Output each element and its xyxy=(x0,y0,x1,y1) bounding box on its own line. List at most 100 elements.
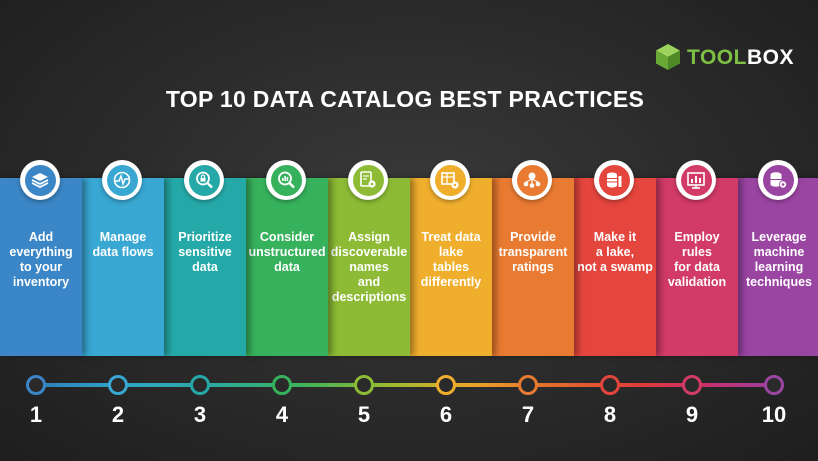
practice-text-line: for data xyxy=(674,260,720,274)
timeline-dot-10 xyxy=(764,375,784,395)
practice-badge-5 xyxy=(348,160,388,200)
timeline-dot-4 xyxy=(272,375,292,395)
magnifier-lock-icon xyxy=(196,171,213,189)
practice-text-line: tables xyxy=(432,260,470,274)
document-gear-icon xyxy=(360,171,376,188)
magnifier-data-icon xyxy=(278,171,295,189)
practice-text-line: Assign xyxy=(348,230,390,244)
timeline-number: 5 xyxy=(357,402,371,427)
practice-text-line: everything xyxy=(9,245,73,259)
practice-text-line: Manage xyxy=(99,230,147,244)
practice-text-line: Leverage xyxy=(751,230,807,244)
practice-text-line: Provide xyxy=(510,230,556,244)
logo-text: TOOLBOX xyxy=(687,47,794,68)
logo-text-tool: TOOL xyxy=(687,45,747,69)
table-gear-icon xyxy=(441,172,459,189)
timeline-dot-9 xyxy=(682,375,702,395)
practice-text-line: and xyxy=(357,275,381,289)
badge-inner xyxy=(188,164,220,196)
badge-inner xyxy=(24,164,56,196)
practice-card-3: Prioritize sensitive data xyxy=(164,178,246,356)
practice-text-line: learning xyxy=(754,260,804,274)
timeline-number: 2 xyxy=(111,402,125,427)
timeline-number: 10 xyxy=(761,402,787,427)
timeline-number: 6 xyxy=(439,402,453,427)
practice-card-7: Provide transparent ratings xyxy=(492,178,574,356)
practice-badge-6 xyxy=(430,160,470,200)
database-gear-icon xyxy=(770,172,787,189)
practice-text-line: validation xyxy=(667,275,727,289)
timeline-number: 7 xyxy=(521,402,535,427)
practice-text-line: names xyxy=(349,260,389,274)
practice-badge-8 xyxy=(594,160,634,200)
practice-text-line: ratings xyxy=(512,260,554,274)
layers-icon xyxy=(31,173,49,189)
timeline-dot-8 xyxy=(600,375,620,395)
practice-badge-3 xyxy=(184,160,224,200)
practice-text: Provide transparent ratings xyxy=(494,230,572,275)
practice-card-8: Make it a lake, not a swamp xyxy=(574,178,656,356)
practice-text: Treat data lake tables differently xyxy=(412,230,490,290)
practice-text-line: Consider xyxy=(259,230,315,244)
badge-inner xyxy=(680,164,712,196)
practice-text-line: unstructured xyxy=(248,245,326,259)
practice-text-line: lake xyxy=(438,245,464,259)
practice-badge-10 xyxy=(758,160,798,200)
practice-text-line: descriptions xyxy=(331,290,407,304)
practice-text-line: inventory xyxy=(12,275,70,289)
practice-text-line: a lake, xyxy=(595,245,635,259)
practice-text-line: Make it xyxy=(593,230,637,244)
data-flow-icon xyxy=(113,171,131,189)
practice-badge-2 xyxy=(102,160,142,200)
timeline xyxy=(0,370,818,400)
practice-text-line: to your xyxy=(19,260,63,274)
practice-text-line: Treat data xyxy=(421,230,481,244)
practice-badge-9 xyxy=(676,160,716,200)
timeline-dot-1 xyxy=(26,375,46,395)
practice-text: Manage data flows xyxy=(84,230,162,260)
practice-text-line: data xyxy=(274,260,300,274)
practice-text-line: data xyxy=(192,260,218,274)
practice-text: Leverage machine learning techniques xyxy=(740,230,818,290)
timeline-dot-6 xyxy=(436,375,456,395)
practice-cards: Add everything to your inventory Manage data … xyxy=(0,178,818,356)
badge-inner xyxy=(516,164,548,196)
timeline-number: 3 xyxy=(193,402,207,427)
practice-text-line: discoverable xyxy=(330,245,408,259)
practice-badge-4 xyxy=(266,160,306,200)
logo-text-box: BOX xyxy=(746,45,794,69)
timeline-number: 8 xyxy=(603,402,617,427)
toolbox-logo: TOOLBOX xyxy=(655,42,794,72)
practice-text: Prioritize sensitive data xyxy=(166,230,244,275)
badge-inner xyxy=(106,164,138,196)
practice-badge-7 xyxy=(512,160,552,200)
practice-text: Add everything to your inventory xyxy=(2,230,80,290)
timeline-number: 1 xyxy=(29,402,43,427)
validation-board-icon xyxy=(687,172,705,189)
practice-badge-1 xyxy=(20,160,60,200)
badge-inner xyxy=(352,164,384,196)
practice-text: Consider unstructured data xyxy=(248,230,326,275)
practice-text-line: techniques xyxy=(746,275,812,289)
practice-text-line: Add xyxy=(28,230,54,244)
timeline-dot-7 xyxy=(518,375,538,395)
practice-text: Employ rules for data validation xyxy=(658,230,736,290)
practice-text-line: data flows xyxy=(92,245,154,259)
practice-card-2: Manage data flows xyxy=(82,178,164,356)
timeline-number: 9 xyxy=(685,402,699,427)
practice-text: Assign discoverable names and descriptions xyxy=(330,230,408,305)
page-title: TOP 10 DATA CATALOG BEST PRACTICES xyxy=(165,86,645,112)
practice-text-line: transparent xyxy=(498,245,568,259)
badge-inner xyxy=(434,164,466,196)
timeline-number: 4 xyxy=(275,402,289,427)
timeline-dot-2 xyxy=(108,375,128,395)
practice-text-line: machine xyxy=(753,245,805,259)
timeline-line xyxy=(36,383,776,387)
practice-card-1: Add everything to your inventory xyxy=(0,178,82,356)
rating-network-icon xyxy=(523,172,541,188)
practice-text-line: differently xyxy=(420,275,482,289)
timeline-dot-3 xyxy=(190,375,210,395)
practice-card-5: Assign discoverable names and descriptions xyxy=(328,178,410,356)
practice-card-6: Treat data lake tables differently xyxy=(410,178,492,356)
database-shelf-icon xyxy=(607,172,622,188)
